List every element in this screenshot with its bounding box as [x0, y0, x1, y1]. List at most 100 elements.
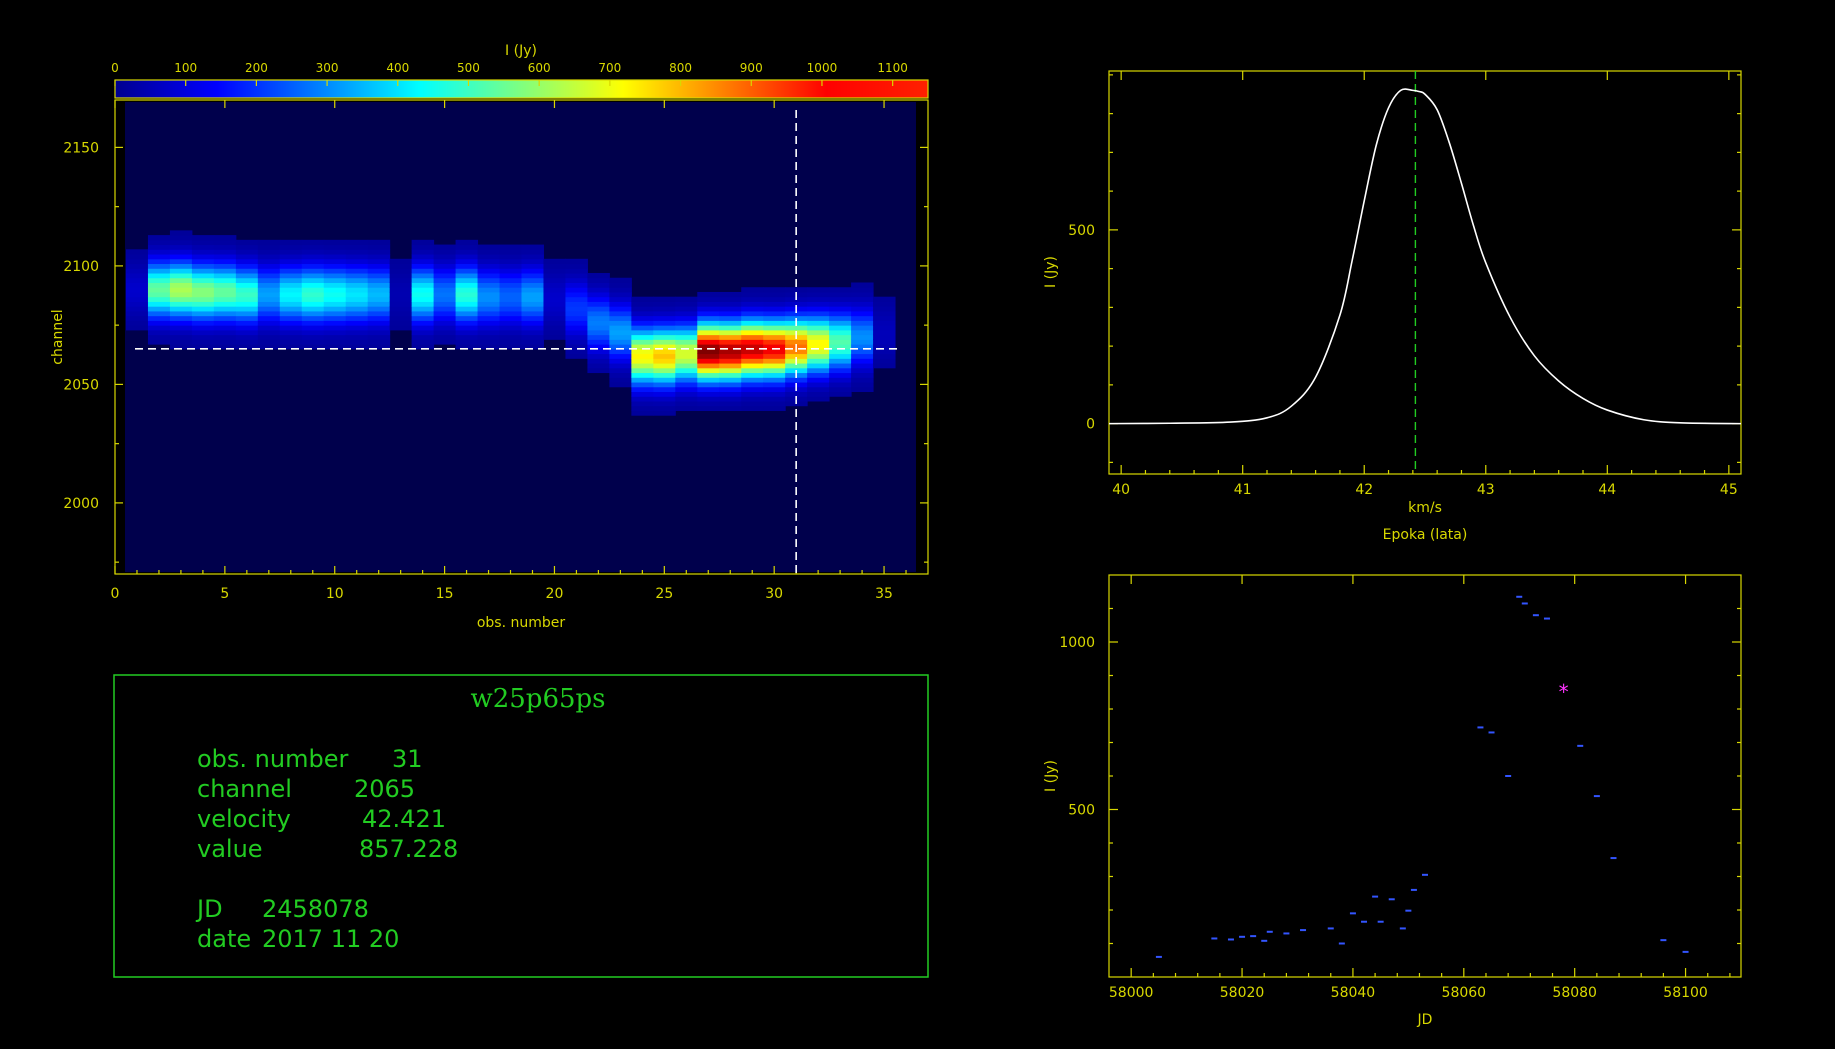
heatmap-cell: [851, 386, 874, 393]
heatmap-cell: [697, 363, 720, 369]
heatmap-cell: [587, 325, 610, 331]
heatmap-cell: [829, 339, 852, 345]
heatmap-cell: [147, 291, 171, 298]
heatmap-cell: [587, 282, 610, 288]
heatmap-cell: [763, 310, 786, 317]
heatmap-cell: [521, 315, 544, 321]
heatmap-cell: [565, 339, 588, 345]
heatmap-cell: [367, 334, 391, 340]
heatmap-x-tick-label: 0: [111, 586, 120, 602]
heatmap-cell: [565, 263, 588, 269]
heatmap-cell: [499, 320, 522, 326]
heatmap-cell: [829, 372, 852, 378]
heatmap-cell: [565, 320, 588, 326]
heatmap-cell: [345, 329, 369, 336]
heatmap-cell: [389, 315, 413, 321]
heatmap-cell: [345, 325, 369, 331]
heatmap-cell: [543, 329, 566, 336]
heatmap-cell: [477, 325, 501, 331]
heatmap-cell: [235, 339, 259, 345]
heatmap-cell: [301, 296, 325, 302]
heatmap-cell: [653, 386, 676, 393]
heatmap-cell: [367, 306, 391, 312]
heatmap-cell: [345, 339, 369, 345]
heatmap-cell: [345, 277, 369, 283]
heatmap-cell: [301, 273, 325, 279]
lightcurve-panel[interactable]: 58000 58020 58040 58060 58080 581005001000 * …: [1043, 574, 1742, 1028]
heatmap-panel[interactable]: 0 5 10 15 20 25 30 35 2000 2050 2100 2150 obs. numb…: [50, 99, 929, 631]
heatmap-cell: [147, 306, 171, 312]
heatmap-cell: [741, 329, 764, 336]
heatmap-cell: [543, 291, 566, 298]
heatmap-cell: [565, 258, 588, 265]
heatmap-cell: [829, 377, 852, 383]
heatmap-cell: [389, 291, 413, 298]
heatmap-cell: [147, 263, 171, 269]
heatmap-cell: [477, 329, 501, 336]
heatmap-cell: [477, 315, 501, 321]
heatmap-column: [213, 235, 237, 350]
heatmap-cell: [213, 291, 237, 298]
heatmap-cell: [411, 329, 435, 336]
spectrum-panel[interactable]: 40 41 42 43 44 45 0 500 km/s Epoka (lata) I (Jy…: [1043, 70, 1742, 543]
heatmap-cell: [697, 315, 720, 321]
heatmap-cell: [697, 296, 720, 302]
heatmap-cell: [477, 254, 501, 260]
heatmap-cell: [499, 334, 522, 340]
spectrum-frame: [1108, 70, 1742, 475]
spectrum-x-tick-label: 45: [1720, 482, 1738, 498]
heatmap-cell: [631, 301, 654, 307]
heatmap-column: [433, 244, 457, 345]
heatmap-cell: [675, 310, 698, 317]
heatmap-cell: [279, 287, 303, 293]
info-jd-value: 2458078: [262, 895, 369, 923]
heatmap-cell: [719, 291, 742, 298]
heatmap-cell: [147, 268, 171, 274]
heatmap-cell: [279, 249, 303, 255]
heatmap-cell: [301, 329, 325, 336]
heatmap-cell: [301, 339, 325, 345]
heatmap-cell: [411, 273, 435, 279]
heatmap-cell: [741, 391, 764, 397]
heatmap-cell: [455, 296, 479, 302]
info-obs-label: obs. number: [197, 745, 348, 773]
heatmap-cell: [829, 325, 852, 331]
heatmap-cell: [587, 277, 610, 283]
heatmap-cell: [367, 249, 391, 255]
heatmap-cell: [785, 391, 808, 397]
heatmap-cell: [719, 396, 742, 402]
heatmap-cell: [521, 282, 544, 288]
heatmap-cell: [763, 396, 786, 402]
heatmap-cell: [169, 339, 193, 345]
heatmap-cell: [279, 325, 303, 331]
heatmap-cell: [741, 400, 764, 407]
heatmap-cell: [741, 325, 764, 331]
info-date-value: 2017 11 20: [262, 925, 399, 953]
heatmap-cell: [741, 315, 764, 321]
heatmap-cell: [191, 287, 215, 293]
lightcurve-y-tick-label: 500: [1068, 803, 1095, 819]
heatmap-cell: [697, 377, 720, 383]
info-velocity-value: 42.421: [362, 805, 446, 833]
heatmap-cell: [477, 310, 501, 317]
heatmap-cell: [169, 334, 193, 340]
heatmap-cell: [191, 325, 215, 331]
info-title: w25p65ps: [470, 684, 605, 714]
heatmap-cell: [125, 277, 149, 283]
spectrum-y-tick-label: 500: [1068, 223, 1095, 239]
heatmap-cell: [631, 329, 654, 336]
heatmap-cell: [741, 301, 764, 307]
heatmap-cell: [675, 367, 698, 374]
heatmap-cell: [147, 315, 171, 321]
figure-canvas: I (Jy) 0 100 200 300 400 500 600 700 800 900 1000 1…: [50, 43, 1742, 1028]
heatmap-column: [169, 230, 193, 350]
heatmap-cell: [763, 339, 786, 345]
heatmap-cell: [741, 334, 764, 340]
lightcurve-x-tick-label: 58060: [1442, 985, 1487, 1001]
heatmap-cell: [631, 382, 654, 388]
heatmap-cell: [741, 382, 764, 388]
heatmap-cell: [565, 325, 588, 331]
heatmap-cell: [763, 372, 786, 378]
heatmap-cell: [301, 325, 325, 331]
heatmap-cell: [851, 339, 874, 345]
